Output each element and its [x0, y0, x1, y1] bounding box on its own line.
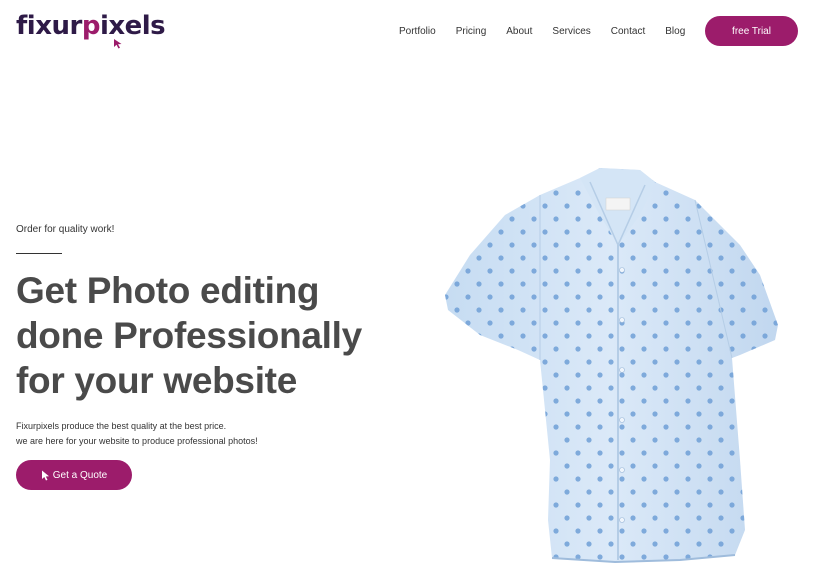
eyebrow-divider [16, 253, 62, 254]
hero-headline: Get Photo editing done Professionally fo… [16, 268, 396, 403]
cursor-icon [41, 470, 49, 480]
headline-line-1: Get Photo editing [16, 270, 320, 311]
page: fixurpixels Portfolio Pricing About Serv… [0, 0, 823, 583]
headline-line-2: done Professionally [16, 315, 362, 356]
description-line-1: Fixurpixels produce the best quality at … [16, 421, 227, 431]
headline-line-3: for your website [16, 360, 297, 401]
get-quote-button[interactable]: Get a Quote [16, 460, 132, 490]
logo-part-p: p [81, 11, 101, 41]
nav-blog[interactable]: Blog [665, 26, 685, 37]
nav-portfolio[interactable]: Portfolio [399, 26, 436, 37]
get-quote-label: Get a Quote [52, 469, 108, 481]
free-trial-button[interactable]: free Trial [705, 16, 798, 46]
brand-logo[interactable]: fixurpixels [16, 8, 186, 50]
nav-contact[interactable]: Contact [611, 26, 645, 37]
nav-pricing[interactable]: Pricing [456, 26, 487, 37]
hero-description: Fixurpixels produce the best quality at … [16, 419, 258, 449]
description-line-2: we are here for your website to produce … [16, 436, 258, 446]
logo-part-ixels: ixels [99, 11, 166, 41]
main-nav: Portfolio Pricing About Services Contact… [399, 16, 705, 46]
nav-services[interactable]: Services [552, 26, 590, 37]
nav-about[interactable]: About [506, 26, 532, 37]
logo-text: fixurpixels [16, 11, 166, 41]
logo-part-fixur: fixur [16, 11, 82, 41]
logo-cursor-icon [114, 39, 122, 49]
shirt-product-image [445, 168, 778, 564]
hero-eyebrow: Order for quality work! [16, 224, 115, 235]
